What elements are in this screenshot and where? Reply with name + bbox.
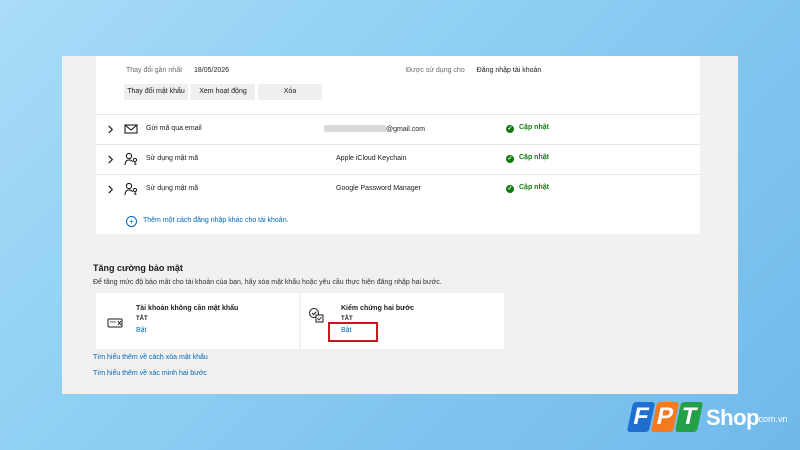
security-description: Để tăng mức độ bảo mật cho tài khoản của… (93, 279, 442, 286)
status-badge[interactable]: ✓ Cập nhật (506, 124, 549, 133)
passkey-icon (124, 182, 138, 196)
two-step-title: Kiểm chứng hai bước (341, 305, 415, 312)
change-password-button[interactable]: Thay đổi mật khẩu (124, 84, 188, 100)
status-badge[interactable]: ✓ Cập nhật (506, 154, 549, 163)
account-settings-screen: Thay đổi gần nhất 18/05/2026 Được sử dụn… (62, 56, 738, 394)
add-method-label: Thêm một cách đăng nhập khác cho tài kho… (143, 217, 289, 224)
highlight-box (328, 322, 378, 342)
last-change-value: 18/05/2026 (194, 67, 230, 74)
method-label: Gửi mã qua email (146, 125, 202, 132)
used-for-label: Được sử dụng cho (406, 67, 465, 74)
svg-text:***: *** (110, 321, 116, 327)
mail-icon (124, 124, 138, 134)
logo-tile-t: T (674, 402, 704, 432)
method-value: Apple iCloud Keychain (336, 155, 407, 162)
status-label: Cập nhật (519, 124, 549, 131)
password-off-icon: *** (107, 318, 123, 328)
used-for-value: Đăng nhập tài khoản (476, 67, 542, 74)
email-domain: @gmail.com (386, 126, 426, 133)
add-sign-in-method-link[interactable]: + Thêm một cách đăng nhập khác cho tài kh… (126, 216, 289, 227)
sign-in-methods-card: Thay đổi gần nhất 18/05/2026 Được sử dụn… (96, 56, 700, 234)
delete-button[interactable]: Xóa (258, 84, 322, 100)
check-circle-icon: ✓ (506, 125, 514, 133)
two-step-check-icon (309, 308, 324, 323)
passwordless-enable-link[interactable]: Bật (136, 327, 147, 334)
used-for-row: Được sử dụng cho Đăng nhập tài khoản (406, 67, 541, 74)
fpt-shop-logo: F P T Shop .com.vn (626, 398, 794, 438)
method-row-apple-keychain[interactable]: Sử dụng mật mã Apple iCloud Keychain ✓ Cậ… (96, 144, 700, 175)
logo-shop-text: Shop (706, 405, 760, 430)
view-activity-button[interactable]: Xem hoạt động (191, 84, 255, 100)
status-label: Cập nhật (519, 154, 549, 161)
security-title: Tăng cường bảo mật (93, 263, 183, 273)
learn-two-step-link[interactable]: Tìm hiểu thêm về xác minh hai bước (93, 370, 207, 377)
status-badge[interactable]: ✓ Cập nhật (506, 184, 549, 193)
method-value: Google Password Manager (336, 185, 421, 192)
redacted-email-blur (324, 125, 386, 132)
passwordless-account-card[interactable]: *** Tài khoản không cần mật khẩu TẮT Bật (96, 293, 299, 349)
method-row-google-password-manager[interactable]: Sử dụng mật mã Google Password Manager ✓… (96, 174, 700, 205)
logo-domain-text: .com.vn (756, 414, 788, 424)
method-label: Sử dụng mật mã (146, 185, 199, 192)
passwordless-title: Tài khoản không cần mật khẩu (136, 305, 239, 312)
last-change-label: Thay đổi gần nhất (126, 67, 183, 74)
plus-circle-icon: + (126, 216, 137, 227)
method-value: @gmail.com (324, 125, 425, 133)
check-circle-icon: ✓ (506, 185, 514, 193)
method-row-email[interactable]: Gửi mã qua email @gmail.com ✓ Cập nhật (96, 114, 700, 145)
check-circle-icon: ✓ (506, 155, 514, 163)
chevron-right-icon[interactable] (106, 155, 115, 164)
last-change-row: Thay đổi gần nhất 18/05/2026 (126, 67, 229, 74)
passwordless-state: TẮT (136, 316, 148, 322)
passkey-icon (124, 152, 138, 166)
status-label: Cập nhật (519, 184, 549, 191)
chevron-right-icon[interactable] (106, 185, 115, 194)
method-label: Sử dụng mật mã (146, 155, 199, 162)
learn-remove-password-link[interactable]: Tìm hiểu thêm về cách xóa mật khẩu (93, 354, 208, 361)
chevron-right-icon[interactable] (106, 125, 115, 134)
